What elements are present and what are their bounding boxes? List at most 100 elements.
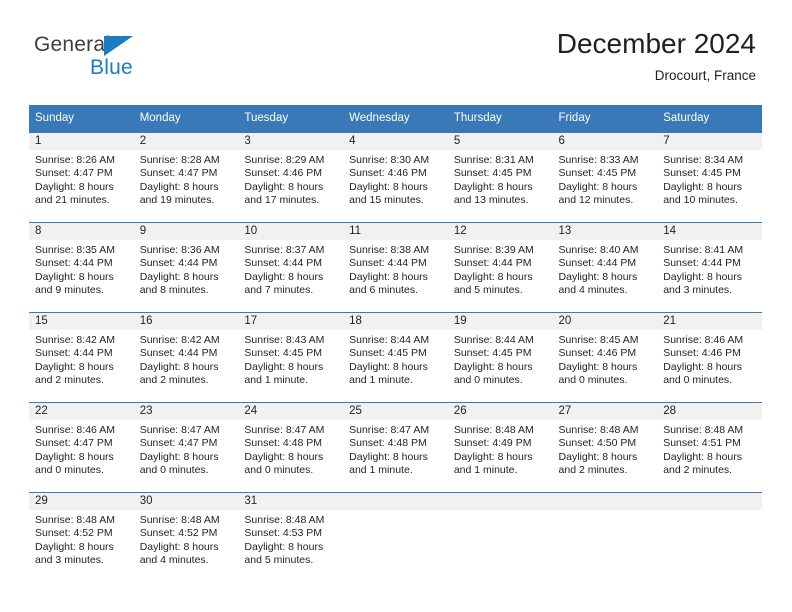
calendar-day-cell[interactable]: 23 Sunrise: 8:47 AM Sunset: 4:47 PM Dayligh… <box>133 402 239 493</box>
calendar-day[interactable]: 20 Sunrise: 8:45 AM Sunset: 4:46 PM Dayligh… <box>552 313 658 402</box>
daylight-text-line1: Daylight: 8 hours <box>244 450 324 463</box>
calendar-day-cell[interactable]: 3 Sunrise: 8:29 AM Sunset: 4:46 PM Daylight… <box>238 133 344 223</box>
day-number: 24 <box>238 403 344 420</box>
calendar-day-cell[interactable]: 7 Sunrise: 8:34 AM Sunset: 4:45 PM Daylight… <box>657 133 762 223</box>
day-number: 20 <box>552 313 658 330</box>
calendar-day[interactable]: 15 Sunrise: 8:42 AM Sunset: 4:44 PM Dayligh… <box>29 313 134 402</box>
calendar-day[interactable]: 4 Sunrise: 8:30 AM Sunset: 4:46 PM Daylight… <box>343 133 448 222</box>
calendar-day-cell[interactable] <box>447 492 553 582</box>
calendar-day-cell[interactable]: 9 Sunrise: 8:36 AM Sunset: 4:44 PM Daylight… <box>133 222 239 313</box>
daylight-text-line2: and 0 minutes. <box>453 374 523 387</box>
day-details: Sunrise: 8:46 AM Sunset: 4:46 PM Daylight:… <box>657 330 762 388</box>
calendar-day-cell[interactable]: 12 Sunrise: 8:39 AM Sunset: 4:44 PM Dayligh… <box>447 222 553 313</box>
calendar-day-cell[interactable]: 11 Sunrise: 8:38 AM Sunset: 4:44 PM Dayligh… <box>343 222 448 313</box>
calendar-day-cell[interactable]: 18 Sunrise: 8:44 AM Sunset: 4:45 PM Dayligh… <box>343 312 448 403</box>
sunrise-text: Sunrise: 8:45 AM <box>558 334 639 346</box>
daylight-text-line2: and 17 minutes. <box>244 194 320 207</box>
calendar-day-cell[interactable]: 22 Sunrise: 8:46 AM Sunset: 4:47 PM Dayligh… <box>29 402 134 493</box>
calendar-day-cell[interactable]: 20 Sunrise: 8:45 AM Sunset: 4:46 PM Dayligh… <box>552 312 658 403</box>
sunset-text: Sunset: 4:46 PM <box>349 167 427 180</box>
calendar-day-cell[interactable]: 4 Sunrise: 8:30 AM Sunset: 4:46 PM Daylight… <box>343 133 448 223</box>
calendar-day-cell[interactable]: 8 Sunrise: 8:35 AM Sunset: 4:44 PM Daylight… <box>29 222 134 313</box>
calendar-day[interactable]: 13 Sunrise: 8:40 AM Sunset: 4:44 PM Dayligh… <box>552 223 658 312</box>
daylight-text-line1: Daylight: 8 hours <box>453 360 533 373</box>
day-number <box>447 493 553 510</box>
day-number: 25 <box>343 403 448 420</box>
calendar-day-cell[interactable]: 13 Sunrise: 8:40 AM Sunset: 4:44 PM Dayligh… <box>552 222 658 313</box>
sunset-text: Sunset: 4:45 PM <box>349 347 427 360</box>
sunset-text: Sunset: 4:52 PM <box>35 527 113 540</box>
calendar-day-cell[interactable] <box>552 492 658 582</box>
calendar-day-cell[interactable]: 24 Sunrise: 8:47 AM Sunset: 4:48 PM Dayligh… <box>238 402 344 493</box>
day-number: 30 <box>133 493 239 510</box>
calendar-day-cell[interactable]: 21 Sunrise: 8:46 AM Sunset: 4:46 PM Dayligh… <box>657 312 762 403</box>
calendar-day-cell[interactable] <box>343 492 448 582</box>
calendar-day-cell[interactable]: 10 Sunrise: 8:37 AM Sunset: 4:44 PM Dayligh… <box>238 222 344 313</box>
calendar-day[interactable]: 22 Sunrise: 8:46 AM Sunset: 4:47 PM Dayligh… <box>29 403 134 492</box>
calendar-day[interactable]: 3 Sunrise: 8:29 AM Sunset: 4:46 PM Daylight… <box>238 133 344 222</box>
calendar-day[interactable]: 11 Sunrise: 8:38 AM Sunset: 4:44 PM Dayligh… <box>343 223 448 312</box>
calendar-day[interactable]: 1 Sunrise: 8:26 AM Sunset: 4:47 PM Daylight… <box>29 133 134 222</box>
calendar-day[interactable]: 21 Sunrise: 8:46 AM Sunset: 4:46 PM Dayligh… <box>657 313 762 402</box>
sunset-text: Sunset: 4:47 PM <box>35 167 113 180</box>
calendar-day-cell[interactable]: 6 Sunrise: 8:33 AM Sunset: 4:45 PM Daylight… <box>552 133 658 223</box>
calendar-day-cell[interactable]: 16 Sunrise: 8:42 AM Sunset: 4:44 PM Dayligh… <box>133 312 239 403</box>
day-details: Sunrise: 8:42 AM Sunset: 4:44 PM Daylight:… <box>29 330 134 388</box>
calendar-day[interactable]: 23 Sunrise: 8:47 AM Sunset: 4:47 PM Dayligh… <box>133 403 239 492</box>
calendar-day-cell[interactable]: 27 Sunrise: 8:48 AM Sunset: 4:50 PM Dayligh… <box>552 402 658 493</box>
daylight-text-line2: and 1 minute. <box>453 464 518 477</box>
daylight-text-line1: Daylight: 8 hours <box>349 450 428 463</box>
calendar-day[interactable]: 19 Sunrise: 8:44 AM Sunset: 4:45 PM Dayligh… <box>447 313 553 402</box>
day-number: 17 <box>238 313 344 330</box>
calendar-day[interactable]: 9 Sunrise: 8:36 AM Sunset: 4:44 PM Daylight… <box>133 223 239 312</box>
calendar-day-cell[interactable]: 2 Sunrise: 8:28 AM Sunset: 4:47 PM Daylight… <box>133 133 239 223</box>
calendar-day[interactable]: 31 Sunrise: 8:48 AM Sunset: 4:53 PM Dayligh… <box>238 493 344 582</box>
calendar-day[interactable]: 17 Sunrise: 8:43 AM Sunset: 4:45 PM Dayligh… <box>238 313 344 402</box>
calendar-day[interactable]: 14 Sunrise: 8:41 AM Sunset: 4:44 PM Dayligh… <box>657 223 762 312</box>
calendar-day-cell[interactable]: 5 Sunrise: 8:31 AM Sunset: 4:45 PM Daylight… <box>447 133 553 223</box>
calendar-day[interactable]: 24 Sunrise: 8:47 AM Sunset: 4:48 PM Dayligh… <box>238 403 344 492</box>
daylight-text-line1: Daylight: 8 hours <box>663 360 743 373</box>
calendar-day[interactable]: 8 Sunrise: 8:35 AM Sunset: 4:44 PM Daylight… <box>29 223 134 312</box>
calendar-day[interactable]: 10 Sunrise: 8:37 AM Sunset: 4:44 PM Dayligh… <box>238 223 344 312</box>
calendar-day[interactable]: 29 Sunrise: 8:48 AM Sunset: 4:52 PM Dayligh… <box>29 493 134 582</box>
daylight-text-line2: and 0 minutes. <box>558 374 628 387</box>
calendar-day[interactable]: 18 Sunrise: 8:44 AM Sunset: 4:45 PM Dayligh… <box>343 313 448 402</box>
calendar-page: General Blue December 2024 Drocourt, Fra… <box>0 0 792 612</box>
calendar-day-cell[interactable]: 28 Sunrise: 8:48 AM Sunset: 4:51 PM Dayligh… <box>657 402 762 493</box>
calendar-day[interactable]: 25 Sunrise: 8:47 AM Sunset: 4:48 PM Dayligh… <box>343 403 448 492</box>
calendar-day-cell[interactable]: 31 Sunrise: 8:48 AM Sunset: 4:53 PM Dayligh… <box>238 492 344 582</box>
calendar-day-cell[interactable]: 14 Sunrise: 8:41 AM Sunset: 4:44 PM Dayligh… <box>657 222 762 313</box>
calendar-day-cell[interactable]: 26 Sunrise: 8:48 AM Sunset: 4:49 PM Dayligh… <box>447 402 553 493</box>
sunrise-text: Sunrise: 8:46 AM <box>35 424 115 436</box>
calendar-day[interactable]: 7 Sunrise: 8:34 AM Sunset: 4:45 PM Daylight… <box>657 133 762 222</box>
title-block: December 2024 Drocourt, France <box>557 28 756 84</box>
calendar-day[interactable]: 16 Sunrise: 8:42 AM Sunset: 4:44 PM Dayligh… <box>133 313 239 402</box>
calendar-day-cell[interactable]: 1 Sunrise: 8:26 AM Sunset: 4:47 PM Daylight… <box>29 133 134 223</box>
calendar-day[interactable]: 5 Sunrise: 8:31 AM Sunset: 4:45 PM Daylight… <box>447 133 553 222</box>
calendar-day[interactable]: 12 Sunrise: 8:39 AM Sunset: 4:44 PM Dayligh… <box>447 223 553 312</box>
calendar-day-cell[interactable]: 15 Sunrise: 8:42 AM Sunset: 4:44 PM Dayligh… <box>29 312 134 403</box>
calendar-day-cell[interactable]: 25 Sunrise: 8:47 AM Sunset: 4:48 PM Dayligh… <box>343 402 448 493</box>
calendar-day-cell[interactable]: 19 Sunrise: 8:44 AM Sunset: 4:45 PM Dayligh… <box>447 312 553 403</box>
calendar-day-cell[interactable]: 30 Sunrise: 8:48 AM Sunset: 4:52 PM Dayligh… <box>133 492 239 582</box>
sunset-text: Sunset: 4:44 PM <box>244 257 323 270</box>
calendar-day[interactable]: 26 Sunrise: 8:48 AM Sunset: 4:49 PM Dayligh… <box>447 403 553 492</box>
calendar-day-cell[interactable]: 29 Sunrise: 8:48 AM Sunset: 4:52 PM Dayligh… <box>29 492 134 582</box>
calendar-day-cell[interactable]: 17 Sunrise: 8:43 AM Sunset: 4:45 PM Dayligh… <box>238 312 344 403</box>
calendar-day[interactable]: 2 Sunrise: 8:28 AM Sunset: 4:47 PM Daylight… <box>133 133 239 222</box>
day-details: Sunrise: 8:40 AM Sunset: 4:44 PM Daylight:… <box>553 240 658 298</box>
calendar-day[interactable]: 6 Sunrise: 8:33 AM Sunset: 4:45 PM Daylight… <box>552 133 658 222</box>
calendar-day-cell[interactable] <box>657 492 762 582</box>
calendar-day[interactable]: 30 Sunrise: 8:48 AM Sunset: 4:52 PM Dayligh… <box>133 493 239 582</box>
sunrise-text: Sunrise: 8:39 AM <box>453 244 534 256</box>
day-number <box>343 493 448 510</box>
sunrise-text: Sunrise: 8:47 AM <box>139 424 220 436</box>
daylight-text-line2: and 9 minutes. <box>35 284 104 297</box>
day-number: 15 <box>29 313 134 330</box>
brand-logo[interactable]: General Blue <box>34 34 234 90</box>
sunrise-text: Sunrise: 8:47 AM <box>244 424 325 436</box>
calendar-day[interactable]: 27 Sunrise: 8:48 AM Sunset: 4:50 PM Dayligh… <box>552 403 658 492</box>
calendar-day[interactable]: 28 Sunrise: 8:48 AM Sunset: 4:51 PM Dayligh… <box>657 403 762 492</box>
daylight-text-line1: Daylight: 8 hours <box>244 270 324 283</box>
